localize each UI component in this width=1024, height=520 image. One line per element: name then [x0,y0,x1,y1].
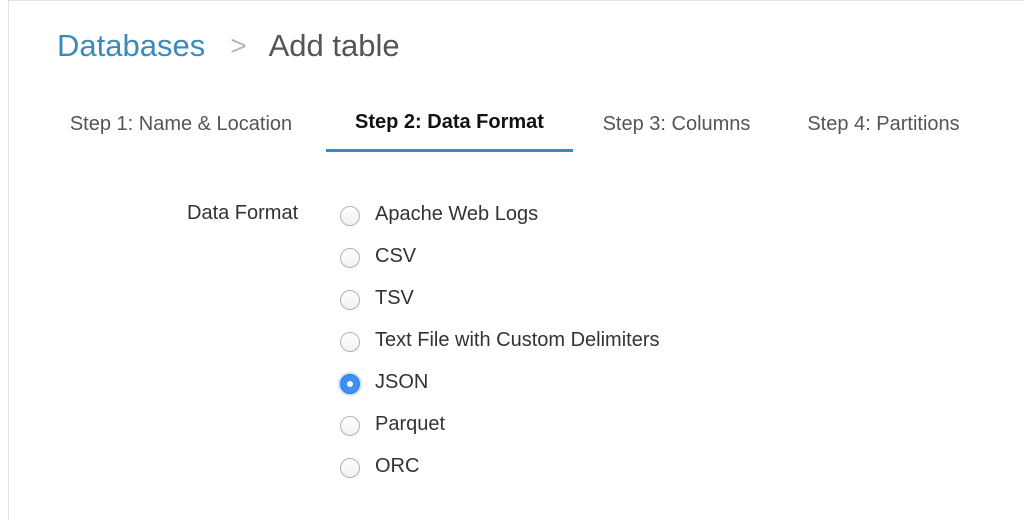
radio-button[interactable] [340,290,360,310]
radio-label[interactable]: CSV [375,245,416,268]
radio-label[interactable]: TSV [375,287,414,310]
radio-button[interactable] [340,416,360,436]
radio-button-selected[interactable] [340,374,360,394]
radio-option-parquet[interactable]: Parquet [340,403,660,445]
radio-button[interactable] [340,206,360,226]
step-partitions-tab[interactable]: Step 4: Partitions [791,96,976,152]
radio-option-json[interactable]: JSON [340,361,660,403]
data-format-label: Data Format [187,202,299,224]
radio-label[interactable]: Apache Web Logs [375,203,538,226]
breadcrumb-separator: > [230,30,247,61]
radio-option-csv[interactable]: CSV [340,235,660,277]
radio-button[interactable] [340,332,360,352]
radio-button[interactable] [340,248,360,268]
radio-label[interactable]: JSON [375,371,428,394]
page-title: Add table [268,28,400,63]
breadcrumb: Databases > Add table [57,22,400,70]
step-name-location-tab[interactable]: Step 1: Name & Location [52,96,310,152]
radio-button[interactable] [340,458,360,478]
step-data-format-tab[interactable]: Step 2: Data Format [326,96,573,152]
breadcrumb-databases-link[interactable]: Databases [57,28,205,64]
wizard-steps: Step 1: Name & Location Step 2: Data For… [0,96,1024,154]
radio-label[interactable]: Parquet [375,413,445,436]
radio-option-text-custom-delimiters[interactable]: Text File with Custom Delimiters [340,319,660,361]
data-format-radio-group: Apache Web Logs CSV TSV Text File with C… [340,193,660,487]
radio-label[interactable]: ORC [375,455,419,478]
step-columns-tab[interactable]: Step 3: Columns [588,96,765,152]
radio-option-apache-web-logs[interactable]: Apache Web Logs [340,193,660,235]
radio-option-tsv[interactable]: TSV [340,277,660,319]
radio-label[interactable]: Text File with Custom Delimiters [375,329,660,352]
radio-option-orc[interactable]: ORC [340,445,660,487]
